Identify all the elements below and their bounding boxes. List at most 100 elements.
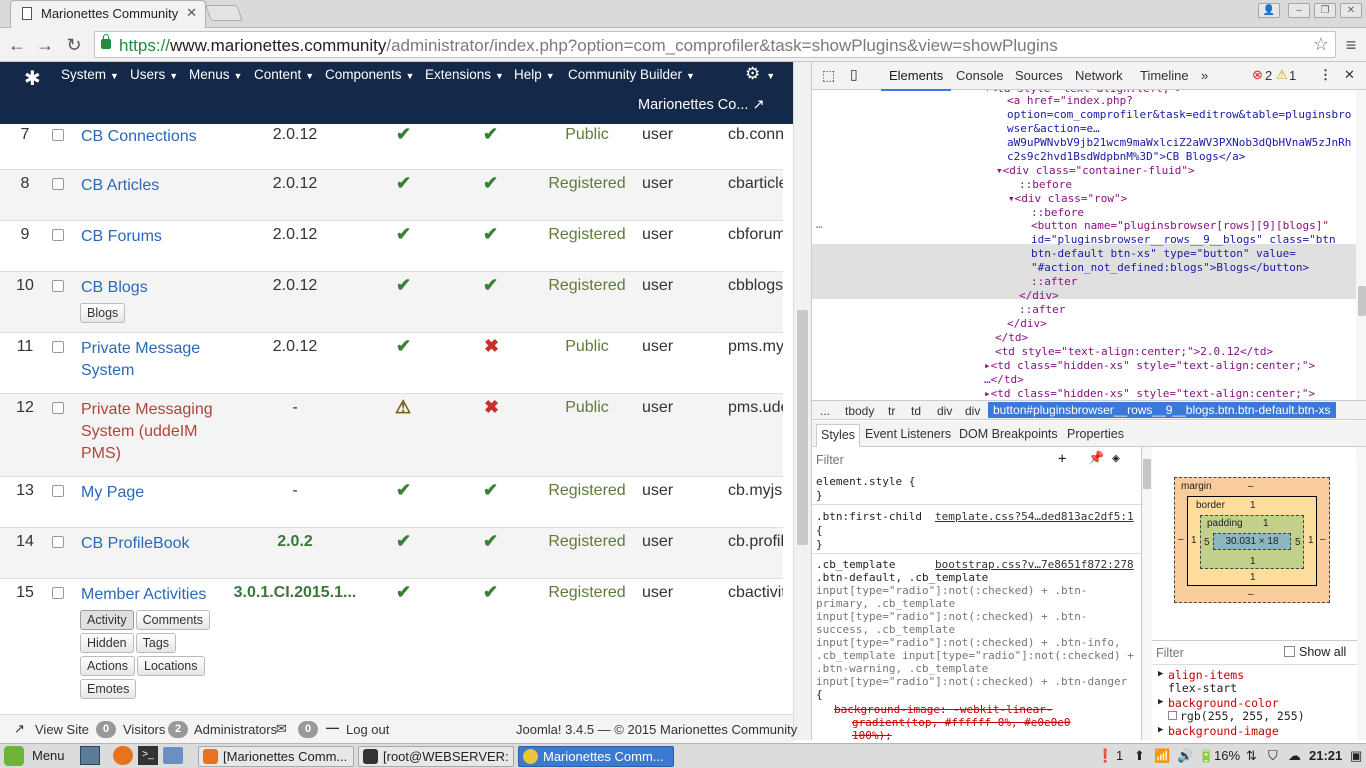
styles-scrollbar[interactable] <box>1142 447 1152 740</box>
gear-icon[interactable]: ⚙ ▼ <box>745 64 775 84</box>
styles-filter-input[interactable] <box>816 453 1046 467</box>
expand-triangle-icon[interactable]: ▶ <box>1158 697 1163 707</box>
color-format-icon[interactable]: ◈ <box>1112 451 1120 466</box>
address-bar[interactable]: https://www.marionettes.community/admini… <box>94 31 1336 58</box>
emotes-button[interactable]: Emotes <box>80 679 137 699</box>
check-icon[interactable]: ✔ <box>396 224 411 245</box>
menu-content[interactable]: Content ▼ <box>254 67 314 82</box>
style-selector[interactable]: .cb_template <box>816 558 895 571</box>
check-icon[interactable]: ✔ <box>483 480 498 501</box>
dom-line[interactable]: ▾<div class="row"> <box>1008 192 1127 206</box>
tags-button[interactable]: Tags <box>135 633 177 653</box>
computed-scrollbar[interactable] <box>1357 447 1366 740</box>
menu-community-builder[interactable]: Community Builder ▼ <box>568 67 695 82</box>
computed-filter-input[interactable] <box>1156 646 1266 660</box>
actions-button[interactable]: Actions <box>80 656 135 676</box>
volume-icon[interactable]: 🔊 <box>1177 748 1193 764</box>
row-checkbox[interactable] <box>52 280 64 292</box>
check-icon[interactable]: ✔ <box>396 124 411 145</box>
tab-network[interactable]: Network <box>1075 68 1123 83</box>
plugin-name-link[interactable]: Member Activities <box>81 584 226 606</box>
dom-line[interactable]: ::before <box>1019 178 1072 192</box>
blogs-button[interactable]: Blogs <box>80 303 126 323</box>
menu-users[interactable]: Users ▼ <box>130 67 178 82</box>
device-mode-icon[interactable]: ▯ <box>850 66 858 83</box>
style-source-link[interactable]: bootstrap.css?v…7e8651f872:278 <box>935 558 1134 571</box>
comments-button[interactable]: Comments <box>135 610 211 630</box>
joomla-logo-icon[interactable]: ✱ <box>24 66 41 91</box>
box-border[interactable]: border 1 1 1 1 padding 1 1 5 5 30.031 × … <box>1187 496 1317 586</box>
row-checkbox[interactable] <box>52 341 64 353</box>
dom-line[interactable]: option=com_comprofiler&task=editrow&tabl… <box>1007 108 1351 122</box>
cloud-icon[interactable]: ☁ <box>1288 748 1301 764</box>
breadcrumb-item[interactable]: tr <box>888 404 895 418</box>
page-scrollbar[interactable] <box>793 62 811 740</box>
style-source-link[interactable]: template.css?54…ded813ac2df5:1 <box>935 510 1134 523</box>
computed-prop[interactable]: align-items <box>1168 668 1244 682</box>
show-desktop-icon[interactable] <box>80 746 100 765</box>
check-icon[interactable]: ✔ <box>483 275 498 296</box>
dom-line[interactable]: ::after <box>1019 303 1065 317</box>
activity-button[interactable]: Activity <box>80 610 134 630</box>
dom-line[interactable]: <td style="text-align:center;">2.0.12</t… <box>995 345 1273 359</box>
close-window-button[interactable]: ✕ <box>1340 3 1362 18</box>
firefox-icon[interactable] <box>113 746 133 765</box>
dom-line[interactable]: <a href="index.php? <box>1007 94 1133 108</box>
show-all-checkbox[interactable] <box>1284 646 1295 657</box>
taskbar-window-chrome[interactable]: Marionettes Comm... <box>518 746 674 767</box>
plugin-name-link[interactable]: CB Forums <box>81 226 226 248</box>
row-checkbox[interactable] <box>52 402 64 414</box>
plugin-name-link[interactable]: Private Messaging System (uddeIM PMS) <box>81 399 226 465</box>
style-line[interactable]: element.style { <box>816 475 915 488</box>
expand-triangle-icon[interactable]: ▶ <box>1158 725 1163 735</box>
tab-elements[interactable]: Elements <box>880 68 952 91</box>
menu-menus[interactable]: Menus ▼ <box>189 67 242 82</box>
dom-line[interactable]: </td> <box>995 331 1028 345</box>
dom-line[interactable]: <button name="pluginsbrowser[rows][9][bl… <box>1031 219 1329 233</box>
warning-icon[interactable]: ⚠ <box>395 397 411 418</box>
dom-line[interactable]: ▸<td class="hidden-xs" style="text-align… <box>984 387 1315 401</box>
box-padding[interactable]: padding 1 1 5 5 30.031 × 18 <box>1200 515 1304 569</box>
style-selector[interactable]: .btn:first-child <box>816 510 922 523</box>
box-content[interactable]: 30.031 × 18 <box>1213 533 1291 550</box>
warning-icon[interactable]: ⚠ <box>1276 67 1288 83</box>
files-icon[interactable] <box>163 747 183 764</box>
user-icon[interactable]: 👤 <box>1258 3 1280 18</box>
cross-icon[interactable]: ✖ <box>484 336 499 357</box>
chrome-menu-icon[interactable]: ≡ <box>1338 32 1364 58</box>
system-tray-icon[interactable]: ▣ <box>1350 748 1362 764</box>
breadcrumb-item[interactable]: div <box>937 404 952 418</box>
scrollbar-thumb[interactable] <box>1358 286 1366 316</box>
taskbar-window-terminal[interactable]: [root@WEBSERVER: ... <box>358 746 514 767</box>
tab-timeline[interactable]: Timeline <box>1140 68 1189 83</box>
tab-sources[interactable]: Sources <box>1015 68 1063 83</box>
row-checkbox[interactable] <box>52 587 64 599</box>
bookmark-star-icon[interactable]: ☆ <box>1313 34 1329 55</box>
breadcrumb-item[interactable]: div <box>965 404 980 418</box>
pin-icon[interactable]: 📌 <box>1088 451 1104 466</box>
logout-link[interactable]: Log out <box>346 722 389 737</box>
cross-icon[interactable]: ✖ <box>484 397 499 418</box>
row-checkbox[interactable] <box>52 485 64 497</box>
style-declaration[interactable]: 100%); <box>852 729 892 740</box>
row-checkbox[interactable] <box>52 536 64 548</box>
check-icon[interactable]: ✔ <box>396 582 411 603</box>
network-icon[interactable]: ⇅ <box>1246 748 1257 764</box>
tab-properties[interactable]: Properties <box>1067 427 1124 441</box>
new-rule-icon[interactable]: + <box>1058 451 1066 467</box>
dom-line[interactable]: ::before <box>1031 206 1084 220</box>
plugin-name-link[interactable]: CB ProfileBook <box>81 533 226 555</box>
tab-styles[interactable]: Styles <box>816 424 861 447</box>
error-icon[interactable]: ⊗ <box>1252 67 1263 83</box>
row-checkbox[interactable] <box>52 229 64 241</box>
dom-line[interactable]: "#action_not_defined:blogs">Blogs</butto… <box>1031 261 1309 275</box>
box-margin[interactable]: margin – – – – border 1 1 1 1 padding 1 … <box>1174 477 1330 603</box>
tab-dom-breakpoints[interactable]: DOM Breakpoints <box>959 427 1058 441</box>
browser-tab[interactable]: Marionettes Community ✕ <box>10 0 206 28</box>
maximize-button[interactable]: ❐ <box>1314 3 1336 18</box>
view-site-link[interactable]: View Site <box>35 722 89 737</box>
dom-line[interactable]: …</td> <box>984 373 1024 387</box>
close-devtools-icon[interactable]: ✕ <box>1344 67 1355 83</box>
dom-line[interactable]: </div> <box>1007 317 1047 331</box>
new-tab-button[interactable] <box>205 5 243 21</box>
